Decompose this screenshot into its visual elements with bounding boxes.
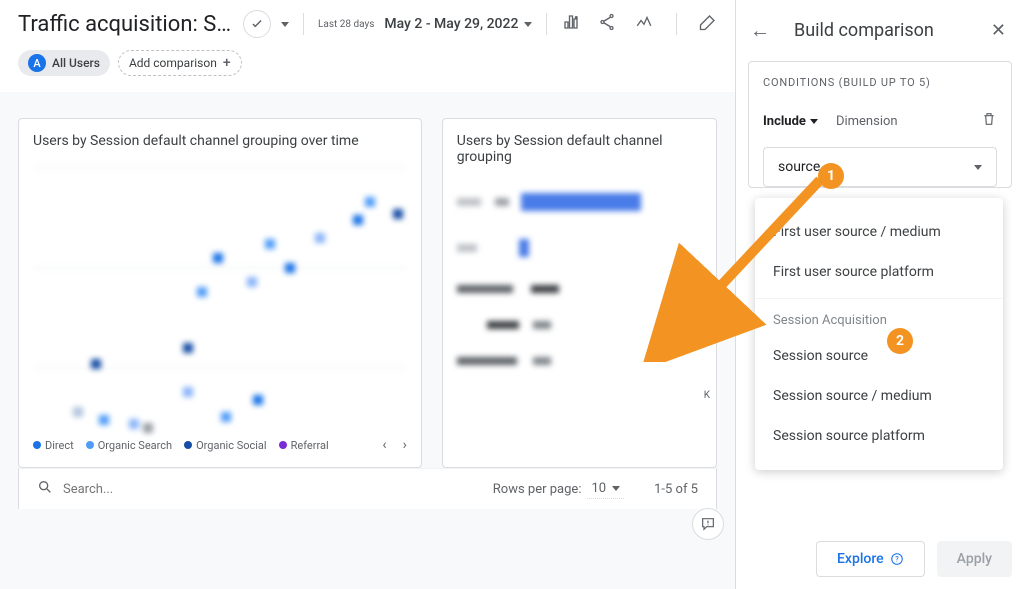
card-title: Users by Session default channel groupin… [19,119,421,167]
separator [303,13,304,35]
close-icon[interactable]: ✕ [991,20,1006,41]
rows-per-page-select[interactable]: 10 [587,479,624,499]
feedback-icon [700,516,716,532]
explore-button[interactable]: Explore ? [816,541,925,577]
check-icon [250,17,264,31]
pagination-range: 1-5 of 5 [654,482,698,497]
svg-text:?: ? [895,555,899,563]
page-title: Traffic acquisition: Ses... [18,12,233,37]
include-dropdown[interactable]: Include [763,114,818,129]
chevron-down-icon [810,119,818,124]
comparison-chips: A All Users Add comparison + [0,44,735,92]
date-range-value[interactable]: May 2 - May 29, 2022 [384,16,532,32]
chevron-down-icon [524,22,532,27]
bar-chart-card: Users by Session default channel groupin… [442,118,717,468]
help-icon: ? [890,552,904,566]
option-group-session-acquisition: Session Acquisition [755,298,1003,336]
dimension-dropdown: First user source / medium First user so… [755,198,1003,470]
chart-cards: Users by Session default channel groupin… [0,92,735,468]
chip-label: All Users [52,56,100,70]
toolbar [562,13,717,35]
option-session-source[interactable]: Session source [755,336,1003,376]
card-title: Users by Session default channel groupin… [443,119,716,183]
customize-report-icon[interactable] [562,13,580,35]
search-input[interactable] [63,482,493,497]
date-preset-label: Last 28 days [318,19,374,30]
feedback-button[interactable] [692,508,724,540]
scatter-chart [19,167,421,427]
table-controls: Rows per page: 10 1-5 of 5 [18,468,717,509]
search-icon [37,479,53,499]
legend-item-organic-search: Organic Search [86,439,172,452]
option-first-user-source-platform[interactable]: First user source platform [755,252,1003,292]
dimension-label: Dimension [836,114,963,129]
legend-item-direct: Direct [33,439,74,452]
time-series-card: Users by Session default channel groupin… [18,118,422,468]
sidebar-title: Build comparison [794,20,967,41]
trash-icon[interactable] [981,111,997,131]
legend-item-organic-social: Organic Social [184,439,267,452]
all-users-chip[interactable]: A All Users [18,50,110,76]
conditions-panel: CONDITIONS (BUILD UP TO 5) Include Dimen… [748,61,1012,188]
conditions-label: CONDITIONS (BUILD UP TO 5) [763,76,997,89]
bar-chart [443,183,716,403]
apply-button[interactable]: Apply [937,541,1012,577]
edit-icon[interactable] [699,13,717,35]
dimension-search-value: source [778,159,820,175]
chip-label: Add comparison [129,56,217,70]
axis-tick: K [704,390,710,401]
legend-item-referral: Referral [279,439,329,452]
status-check-button[interactable] [243,10,271,38]
chevron-down-icon [974,165,982,170]
annotation-badge-1: 1 [818,163,844,189]
option-session-source-platform[interactable]: Session source platform [755,416,1003,456]
option-first-user-source-medium[interactable]: First user source / medium [755,212,1003,252]
legend-next-icon[interactable]: › [403,437,407,453]
plus-icon: + [223,55,231,71]
legend-prev-icon[interactable]: ‹ [382,437,386,453]
sidebar-footer: Explore ? Apply [816,541,1012,577]
date-range-picker[interactable]: Last 28 days [318,19,374,30]
rows-per-page: Rows per page: 10 [493,479,624,499]
sidebar-header: ← Build comparison ✕ [736,0,1024,61]
back-icon[interactable]: ← [750,18,770,43]
chevron-down-icon[interactable] [281,22,289,27]
separator [546,13,547,35]
main-report-area: Traffic acquisition: Ses... Last 28 days… [0,0,735,589]
dimension-select[interactable]: source [763,147,997,187]
option-session-source-medium[interactable]: Session source / medium [755,376,1003,416]
chip-letter-a: A [28,54,46,72]
insights-icon[interactable] [634,13,654,35]
add-comparison-chip[interactable]: Add comparison + [118,50,242,76]
legend: Direct Organic Search Organic Social Ref… [19,427,421,467]
annotation-badge-2: 2 [887,328,913,354]
report-header: Traffic acquisition: Ses... Last 28 days… [0,0,735,44]
share-icon[interactable] [598,13,616,35]
separator [676,13,677,35]
chevron-down-icon [612,486,620,491]
